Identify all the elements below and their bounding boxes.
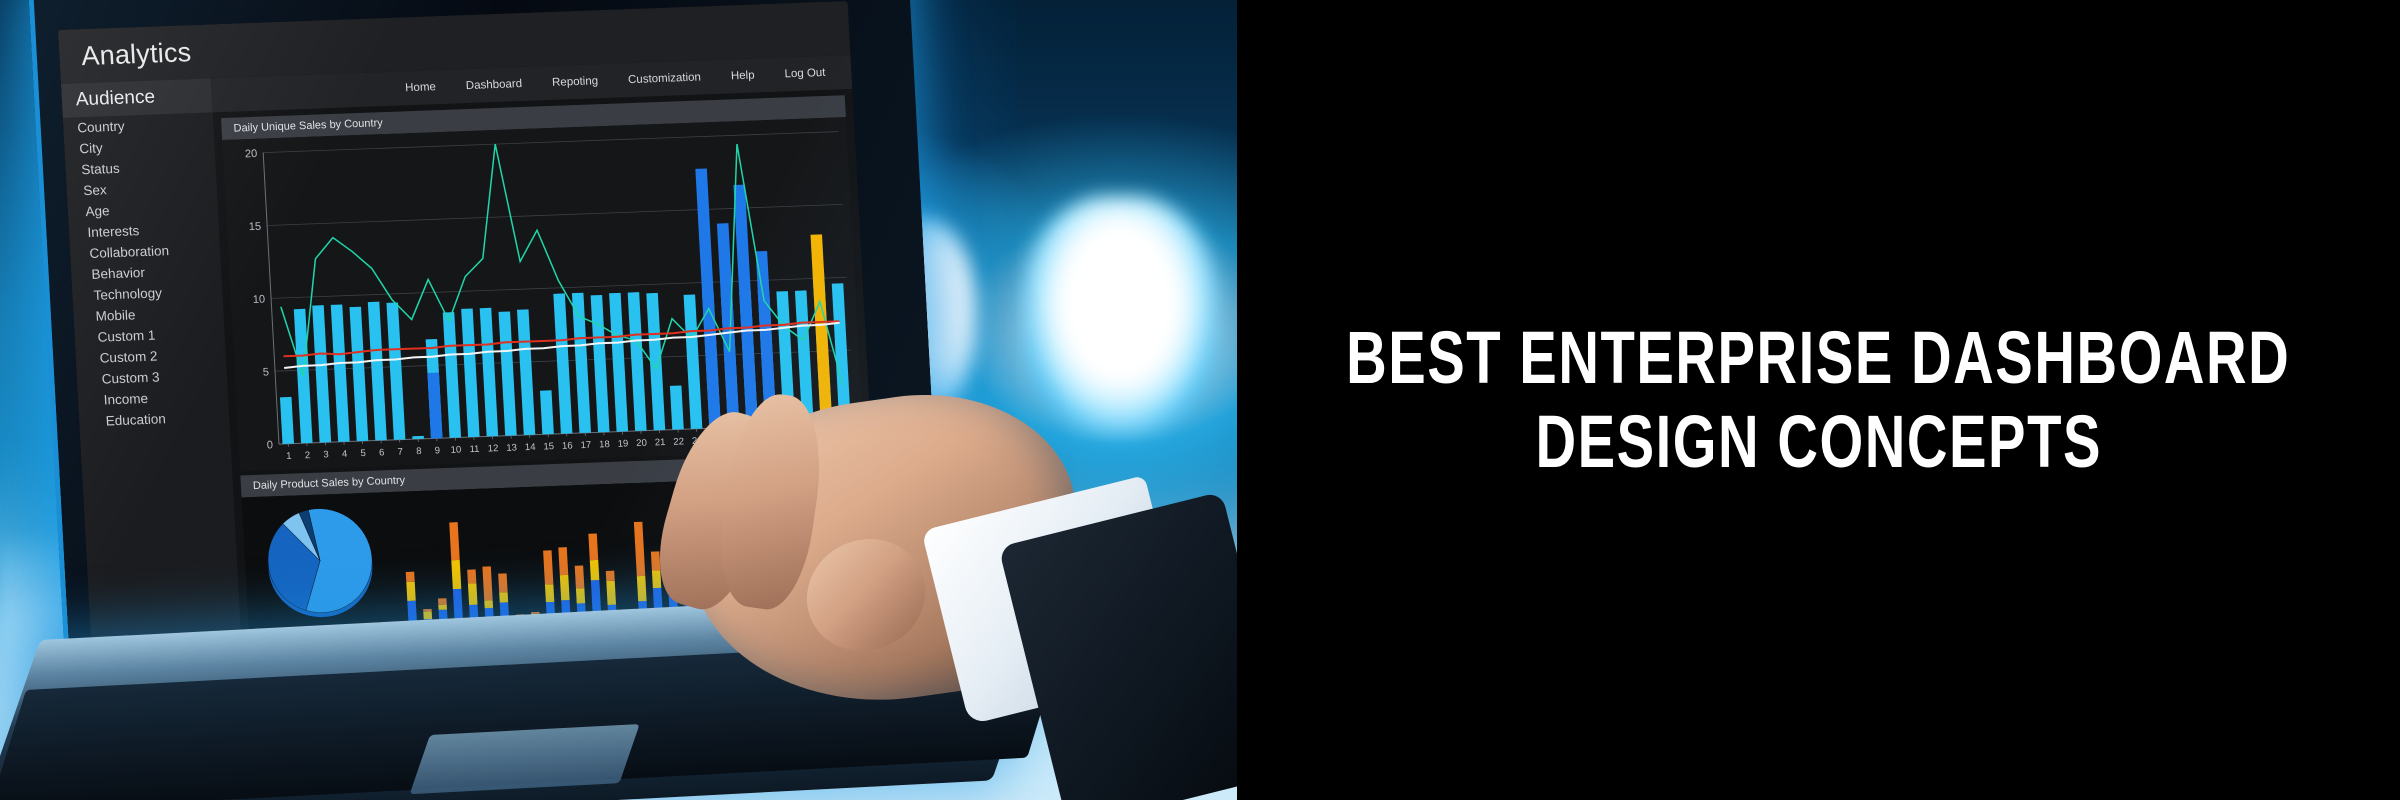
svg-text:2: 2 xyxy=(305,450,311,461)
svg-text:11: 11 xyxy=(469,444,480,455)
svg-text:1: 1 xyxy=(286,451,292,462)
pie-chart-container xyxy=(241,492,399,633)
svg-text:15: 15 xyxy=(543,441,554,452)
headline-line-1: BEST ENTERPRISE DASHBOARD xyxy=(1346,315,2291,399)
nav-item-customization[interactable]: Customization xyxy=(628,71,701,86)
sidebar-list: Country City Status Sex Age Interests Collabor… xyxy=(63,112,230,432)
svg-text:5: 5 xyxy=(263,366,270,378)
svg-text:10: 10 xyxy=(252,294,265,306)
nav-item-repoting[interactable]: Repoting xyxy=(552,75,599,89)
laptop: Analytics Audience Country City Status Sex A… xyxy=(0,0,1237,800)
nav-item-dashboard[interactable]: Dashboard xyxy=(466,78,523,92)
sidebar-header-label: Audience xyxy=(75,86,156,111)
pie-chart-svg xyxy=(267,508,373,617)
svg-text:13: 13 xyxy=(506,442,517,453)
hand xyxy=(560,330,1237,800)
svg-text:6: 6 xyxy=(379,447,385,458)
screenshot-root: Analytics Audience Country City Status Sex A… xyxy=(0,0,2400,800)
panel-title: Daily Unique Sales by Country xyxy=(233,117,384,135)
svg-text:0: 0 xyxy=(267,439,274,451)
nav-item-home[interactable]: Home xyxy=(405,81,436,94)
svg-text:15: 15 xyxy=(249,221,262,233)
svg-text:9: 9 xyxy=(434,445,440,456)
nav-item-log-out[interactable]: Log Out xyxy=(784,67,826,80)
nav-item-help[interactable]: Help xyxy=(731,70,755,83)
svg-text:5: 5 xyxy=(360,448,366,459)
svg-text:14: 14 xyxy=(525,442,537,453)
svg-text:7: 7 xyxy=(397,447,403,458)
sidebar-item-education[interactable]: Education xyxy=(79,406,230,432)
svg-text:10: 10 xyxy=(450,445,461,456)
panel-title: Daily Product Sales by Country xyxy=(252,474,406,493)
headline-panel: BEST ENTERPRISE DASHBOARD DESIGN CONCEPT… xyxy=(1237,0,2400,800)
svg-text:8: 8 xyxy=(416,446,422,457)
laptop-photo: Analytics Audience Country City Status Sex A… xyxy=(0,0,1237,800)
headline-line-2: DESIGN CONCEPTS xyxy=(1535,400,2102,483)
svg-text:3: 3 xyxy=(323,449,329,460)
svg-text:20: 20 xyxy=(245,148,258,160)
app-title: Analytics xyxy=(80,36,193,71)
svg-text:12: 12 xyxy=(487,443,498,454)
suit-sleeve xyxy=(998,491,1237,800)
sidebar-header: Audience xyxy=(60,78,213,118)
